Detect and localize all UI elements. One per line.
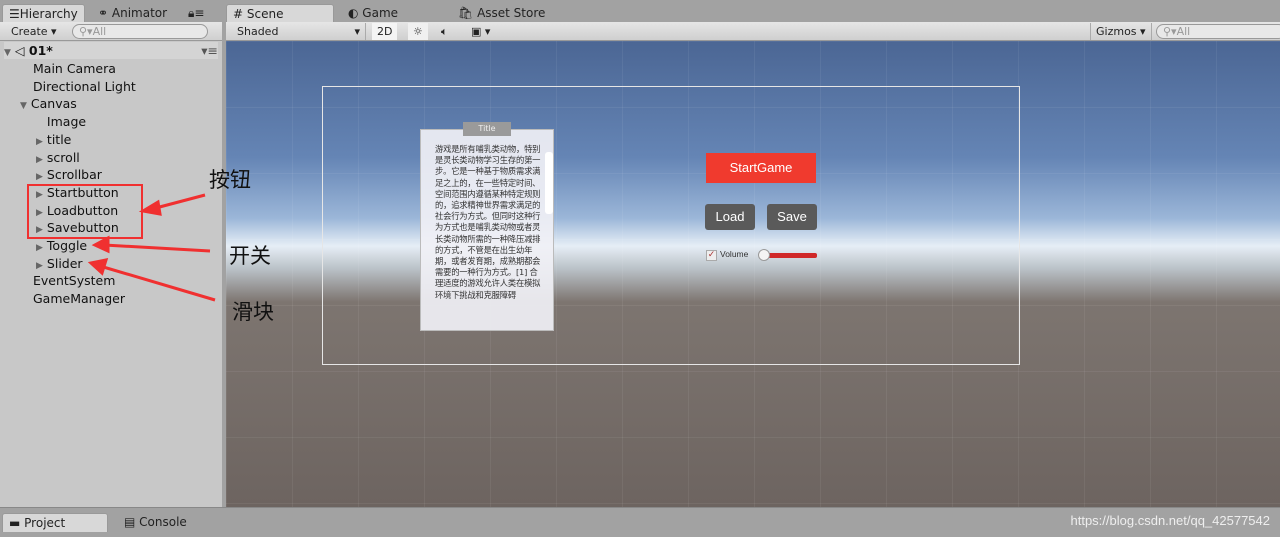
tab-console[interactable]: ▤ Console [118,513,193,532]
folder-icon: ▬ [9,516,25,530]
console-icon: ▤ [124,515,140,529]
annotation-buttons: 按钮 [209,168,251,192]
annotation-slider: 滑块 [232,300,274,324]
bottom-tabbar: ▬ Project ▤ Console https://blog.csdn.ne… [0,507,1280,537]
watermark: https://blog.csdn.net/qq_42577542 [1070,513,1271,528]
arrow-slider [99,264,216,302]
annotation-arrows [87,193,216,302]
tab-project[interactable]: ▬ Project [2,513,108,532]
arrow-toggle [103,243,211,253]
annotation-toggle: 开关 [229,244,271,268]
